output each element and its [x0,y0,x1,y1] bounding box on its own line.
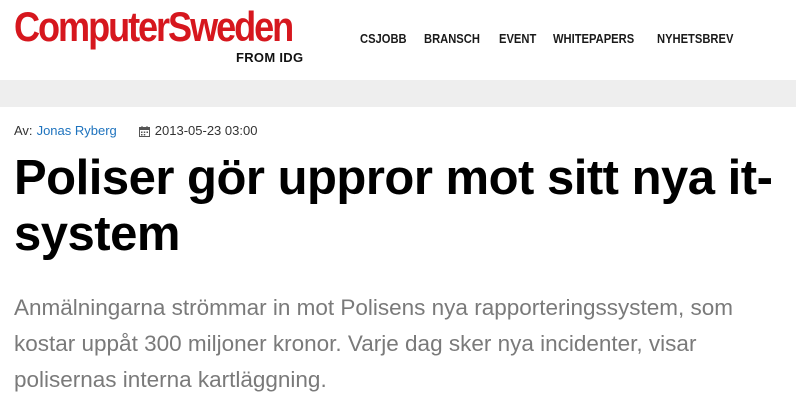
logo-subtitle: FROM IDG [236,50,304,65]
article-lead: Anmälningarna strömmar in mot Polisens n… [14,295,734,392]
article-headline: Poliser gör uppror mot sitt nya it-syste… [14,151,773,261]
nav-item-bransch[interactable]: BRANSCH [424,31,480,46]
nav-item-nyhetsbrev[interactable]: NYHETSBREV [657,31,733,46]
calendar-icon [138,125,150,137]
author-link[interactable]: Jonas Ryberg [37,123,117,138]
main-nav: CSJOBB BRANSCH EVENT WHITEPAPERS NYHETSB… [360,31,756,46]
author-label: Av: [14,123,33,138]
nav-item-csjobb[interactable]: CSJOBB [360,31,407,46]
header-divider-band [0,80,796,107]
publish-date: 2013-05-23 03:00 [154,123,258,138]
article-meta: Av: Jonas Ryberg 2013-05-23 03:00 [14,123,257,138]
nav-item-event[interactable]: EVENT [499,31,536,46]
site-logo[interactable]: ComputerSweden [14,4,294,50]
site-header: ComputerSweden FROM IDG CSJOBB BRANSCH E… [0,0,796,80]
nav-item-whitepapers[interactable]: WHITEPAPERS [553,31,634,46]
